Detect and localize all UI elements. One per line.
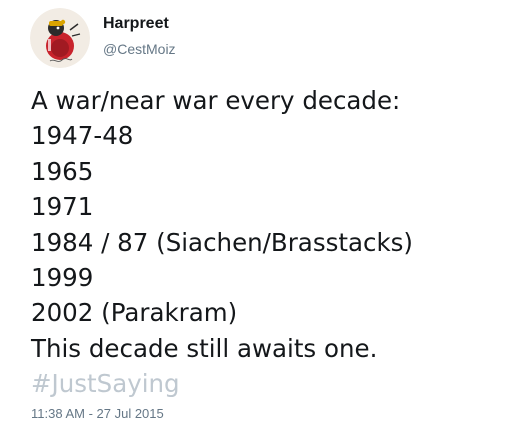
avatar-image [30,8,90,68]
tweet-text-line: 1999 [31,263,94,293]
user-avatar[interactable] [30,8,90,68]
tweet-text: A war/near war every decade: 1947-48 196… [31,83,501,402]
tweet-card: Harpreet @CestMoiz A war/near war every … [0,0,507,437]
tweet-text-line: A war/near war every decade: [31,86,401,115]
tweet-text-line: 1971 [31,192,94,222]
tweet-text-line: 2002 (Parakram) [31,298,238,328]
tweet-text-line: 1984 / 87 (Siachen/Brasstacks) [31,227,413,257]
tweet-text-line: 1965 [31,156,94,186]
tweet-timestamp[interactable]: 11:38 AM - 27 Jul 2015 [31,405,164,423]
tweet-text-line: 1947-48 [31,121,134,151]
hashtag-link[interactable]: #JustSaying [31,366,501,401]
tweet-text-line: This decade still awaits one. [31,333,378,363]
user-display-name[interactable]: Harpreet [103,14,169,34]
user-handle[interactable]: @CestMoiz [103,40,176,58]
